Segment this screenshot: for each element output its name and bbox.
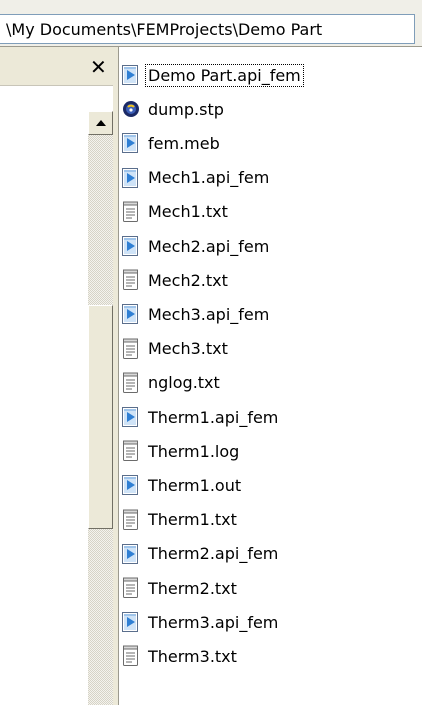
file-list-item[interactable]: Therm3.txt [121, 641, 239, 671]
file-list-item[interactable]: Mech2.api_fem [121, 231, 271, 261]
text-file-icon [121, 372, 141, 394]
stp-file-icon [121, 98, 141, 120]
file-list: Demo Part.api_fem dump.stp fem.meb Mech1.ap… [119, 48, 422, 705]
file-name: Therm1.api_fem [148, 407, 279, 427]
api-fem-file-icon [121, 543, 141, 565]
folder-tree-area[interactable] [0, 111, 88, 705]
file-name: Mech2.txt [148, 270, 228, 290]
api-fem-file-icon [121, 167, 141, 189]
file-name: Demo Part.api_fem [145, 63, 304, 87]
api-fem-file-icon [121, 303, 141, 325]
scroll-up-button[interactable] [88, 111, 113, 135]
file-name: Mech3.api_fem [148, 304, 270, 324]
file-list-item[interactable]: Therm1.txt [121, 505, 239, 535]
file-name: Therm1.out [148, 475, 242, 495]
text-file-icon [121, 577, 141, 599]
file-list-item[interactable]: Mech3.txt [121, 334, 230, 364]
file-list-item[interactable]: Demo Part.api_fem [121, 60, 304, 90]
api-fem-file-icon [121, 406, 141, 428]
text-file-icon [121, 338, 141, 360]
file-list-item[interactable]: Mech1.txt [121, 197, 230, 227]
api-fem-file-icon [121, 132, 141, 154]
file-list-item[interactable]: Therm2.txt [121, 573, 239, 603]
file-list-item[interactable]: Therm1.api_fem [121, 402, 280, 432]
file-name: Mech2.api_fem [148, 236, 270, 256]
api-fem-file-icon [121, 235, 141, 257]
close-icon[interactable]: ✕ [90, 55, 107, 79]
file-list-item[interactable]: Therm2.api_fem [121, 539, 280, 569]
address-field[interactable]: \My Documents\FEMProjects\Demo Part [0, 14, 415, 44]
file-list-item[interactable]: nglog.txt [121, 368, 222, 398]
file-name: fem.meb [148, 133, 220, 153]
api-fem-file-icon [121, 611, 141, 633]
file-list-item[interactable]: Mech2.txt [121, 265, 230, 295]
file-name: Therm3.txt [148, 646, 237, 666]
file-list-item[interactable]: Therm1.log [121, 436, 241, 466]
text-file-icon [121, 269, 141, 291]
address-bar-area: \My Documents\FEMProjects\Demo Part [0, 0, 422, 47]
file-name: Mech1.api_fem [148, 168, 270, 188]
folder-pane: ✕ [0, 47, 115, 705]
file-name: Therm2.api_fem [148, 544, 279, 564]
file-name: nglog.txt [148, 373, 220, 393]
file-name: Therm3.api_fem [148, 612, 279, 632]
text-file-icon [121, 201, 141, 223]
arrow-up-icon [96, 120, 106, 126]
file-list-item[interactable]: fem.meb [121, 128, 222, 158]
file-name: dump.stp [148, 99, 224, 119]
file-list-item[interactable]: dump.stp [121, 94, 226, 124]
file-list-item[interactable]: Mech1.api_fem [121, 163, 271, 193]
api-fem-file-icon [121, 64, 141, 86]
text-file-icon [121, 509, 141, 531]
file-list-item[interactable]: Mech3.api_fem [121, 299, 271, 329]
file-name: Mech3.txt [148, 339, 228, 359]
folder-pane-header: ✕ [0, 47, 115, 86]
file-list-item[interactable]: Therm1.out [121, 470, 243, 500]
file-list-item[interactable]: Therm3.api_fem [121, 607, 280, 637]
file-name: Therm2.txt [148, 578, 237, 598]
file-name: Therm1.txt [148, 510, 237, 530]
api-fem-file-icon [121, 474, 141, 496]
text-file-icon [121, 440, 141, 462]
text-file-icon [121, 645, 141, 667]
scrollbar-thumb[interactable] [88, 305, 113, 529]
file-name: Therm1.log [148, 441, 240, 461]
file-name: Mech1.txt [148, 202, 228, 222]
address-path: \My Documents\FEMProjects\Demo Part [6, 20, 323, 39]
